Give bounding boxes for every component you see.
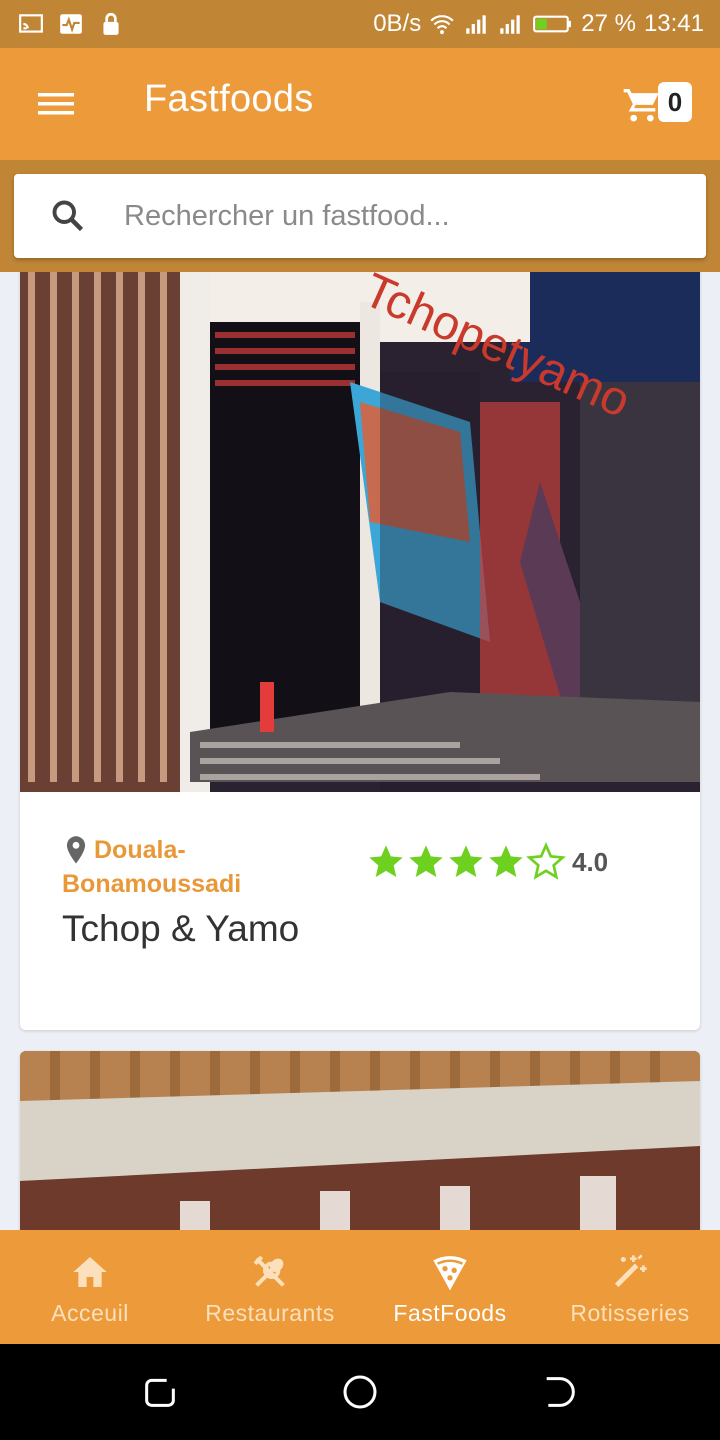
nav-label: FastFoods (393, 1300, 507, 1326)
cart-icon (623, 89, 659, 122)
nav-label: Rotisseries (570, 1300, 690, 1326)
pizza-icon (430, 1252, 470, 1292)
restaurant-photo (20, 1051, 700, 1230)
signal-icon-2 (497, 11, 523, 37)
clock: 13:41 (643, 10, 704, 37)
home-circle-icon (343, 1375, 377, 1409)
nav-item-acceuil[interactable]: Acceuil (0, 1230, 180, 1344)
nav-label: Acceuil (51, 1300, 129, 1326)
home-icon (70, 1252, 110, 1292)
magic-wand-icon (610, 1252, 650, 1292)
nav-item-restaurants[interactable]: Restaurants (180, 1230, 360, 1344)
search-icon (52, 200, 84, 232)
network-speed: 0B/s (373, 10, 422, 37)
location-line-1: Douala- (94, 836, 186, 864)
star-filled-icon (406, 842, 446, 882)
system-navigation-bar (0, 1344, 720, 1440)
card-body: Douala- Bonamoussadi Tchop & Yamo 4.0 (20, 792, 700, 1030)
back-button[interactable] (540, 1372, 580, 1412)
bottom-navigation: Acceuil Restaurants FastFoods Rotisserie… (0, 1230, 720, 1344)
recent-apps-icon (145, 1378, 175, 1407)
battery-percent: 27 % (581, 10, 636, 37)
star-filled-icon (366, 842, 406, 882)
page-title: Fastfoods (144, 78, 314, 120)
lock-icon (98, 11, 124, 37)
nav-item-fastfoods[interactable]: FastFoods (360, 1230, 540, 1344)
back-icon (546, 1377, 575, 1407)
cart-count-badge: 0 (658, 82, 692, 122)
nav-item-rotisseries[interactable]: Rotisseries (540, 1230, 720, 1344)
nav-label: Restaurants (205, 1300, 335, 1326)
location-pin-icon (62, 834, 90, 868)
rating-value: 4.0 (572, 846, 609, 877)
status-bar: 0B/s 27 % 13:41 (0, 0, 720, 48)
restaurant-name: Tchop & Yamo (62, 908, 300, 949)
star-filled-icon (446, 842, 486, 882)
fastfood-card[interactable]: Tchopetyamo Douala- Bonamoussadi Tchop &… (20, 272, 700, 1030)
utensils-icon (250, 1252, 290, 1292)
recent-apps-button[interactable] (140, 1372, 180, 1412)
signal-icon (463, 11, 489, 37)
screen-cast-icon (18, 11, 44, 37)
app-bar: Fastfoods 0 (0, 48, 720, 160)
home-button[interactable] (340, 1372, 380, 1412)
restaurant-photo: Tchopetyamo (20, 272, 700, 792)
search-bar[interactable] (14, 174, 706, 258)
search-input[interactable] (124, 190, 684, 242)
hamburger-icon (38, 93, 74, 115)
activity-icon (58, 11, 84, 37)
wifi-icon (429, 11, 455, 37)
fastfood-card[interactable] (20, 1051, 700, 1230)
star-filled-icon (486, 842, 526, 882)
rating: 4.0 (366, 842, 608, 882)
fastfood-list[interactable]: Tchopetyamo Douala- Bonamoussadi Tchop &… (0, 272, 720, 1230)
menu-button[interactable] (30, 84, 82, 124)
location-line-2: Bonamoussadi (62, 870, 242, 898)
star-empty-icon (526, 842, 566, 882)
restaurant-location: Douala- Bonamoussadi (62, 834, 322, 901)
battery-icon (531, 11, 573, 37)
